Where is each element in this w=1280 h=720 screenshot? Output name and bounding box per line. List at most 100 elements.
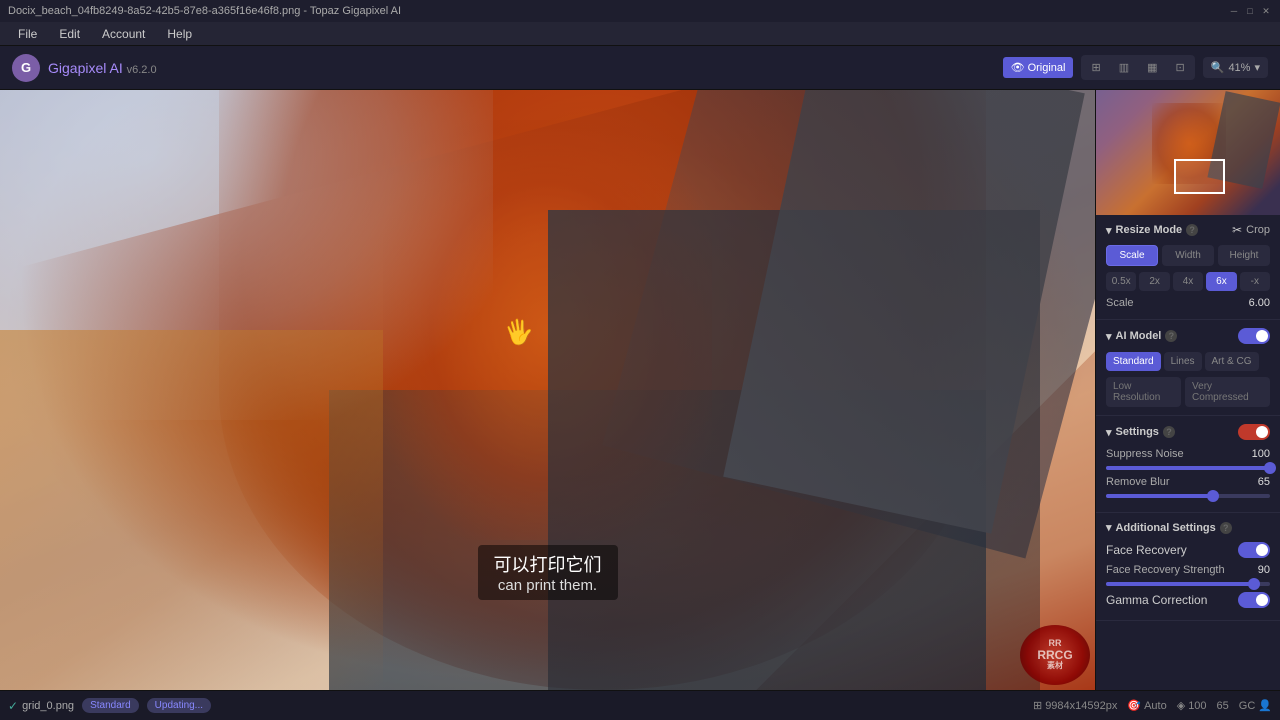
- suppress-noise-slider[interactable]: [1106, 466, 1270, 470]
- maximize-button[interactable]: □: [1244, 5, 1256, 17]
- face-recovery-strength-slider[interactable]: [1106, 582, 1270, 586]
- canvas-area[interactable]: 🖐 可以打印它们 can print them. RR RRCG 素材: [0, 90, 1095, 690]
- face-recovery-strength-thumb[interactable]: [1248, 578, 1260, 590]
- width-mode-button[interactable]: Width: [1162, 245, 1214, 266]
- collapse-arrow-icon: ▾: [1106, 426, 1112, 439]
- gc-icon: 👤: [1258, 699, 1272, 712]
- scale-2x-button[interactable]: 2x: [1139, 272, 1169, 291]
- zoom-control[interactable]: 🔍 41% ▾: [1203, 57, 1268, 78]
- check-icon: ✓: [8, 699, 18, 713]
- face-recovery-strength-track: [1106, 582, 1270, 586]
- main-layout: 🖐 可以打印它们 can print them. RR RRCG 素材: [0, 90, 1280, 690]
- settings-info[interactable]: ?: [1163, 426, 1175, 438]
- chevron-down-icon: ▾: [1254, 61, 1260, 74]
- zoom-icon: 🔍: [1211, 61, 1225, 74]
- ai-model-header[interactable]: ▾ AI Model ?: [1106, 328, 1270, 344]
- standard-model-button[interactable]: Standard: [1106, 352, 1161, 371]
- resize-mode-title: ▾ Resize Mode ?: [1106, 224, 1198, 237]
- split-view-button[interactable]: ▥: [1111, 57, 1137, 78]
- eye-icon: 👁: [1011, 61, 1025, 74]
- settings-section: ▾ Settings ? Suppress Noise 100 Remove B…: [1096, 416, 1280, 513]
- remove-blur-fill: [1106, 494, 1213, 498]
- menu-help[interactable]: Help: [157, 25, 202, 43]
- remove-blur-thumb[interactable]: [1207, 490, 1219, 502]
- scale-label: Scale: [1106, 297, 1134, 309]
- resize-mode-info[interactable]: ?: [1186, 224, 1198, 236]
- watermark: RR RRCG 素材: [1020, 625, 1090, 685]
- scale-0.5x-button[interactable]: 0.5x: [1106, 272, 1136, 291]
- scale-4x-button[interactable]: 4x: [1173, 272, 1203, 291]
- close-button[interactable]: ✕: [1260, 5, 1272, 17]
- menubar: File Edit Account Help: [0, 22, 1280, 46]
- remove-blur-label: Remove Blur: [1106, 476, 1170, 488]
- status-filename: grid_0.png: [22, 700, 74, 712]
- height-mode-button[interactable]: Height: [1218, 245, 1270, 266]
- cursor-hand: 🖐: [501, 316, 535, 350]
- scale-value: 6.00: [1249, 297, 1270, 309]
- ai-model-title: ▾ AI Model ?: [1106, 330, 1177, 343]
- lines-model-button[interactable]: Lines: [1164, 352, 1202, 371]
- ai-sub-buttons: Low Resolution Very Compressed: [1106, 377, 1270, 407]
- very-compressed-button[interactable]: Very Compressed: [1185, 377, 1270, 407]
- suppress-noise-row: Suppress Noise 100: [1106, 448, 1270, 460]
- status-dimensions: ⊞ 9984x14592px: [1033, 699, 1117, 712]
- face-recovery-label: Face Recovery: [1106, 543, 1187, 557]
- face-recovery-toggle[interactable]: [1238, 542, 1270, 558]
- resize-mode-header[interactable]: ▾ Resize Mode ? ✂ Crop: [1106, 223, 1270, 237]
- gamma-correction-toggle[interactable]: [1238, 592, 1270, 608]
- suppress-noise-label: Suppress Noise: [1106, 448, 1184, 460]
- suppress-noise-value: 100: [1252, 448, 1270, 460]
- remove-blur-track: [1106, 494, 1270, 498]
- remove-blur-slider[interactable]: [1106, 494, 1270, 498]
- crop-button[interactable]: ✂ Crop: [1232, 223, 1270, 237]
- subtitle-chinese: 可以打印它们: [494, 551, 602, 577]
- subtitle-english: can print them.: [494, 577, 602, 594]
- app-logo-icon: G: [12, 54, 40, 82]
- scale-mode-button[interactable]: Scale: [1106, 245, 1158, 266]
- status-blur: 65: [1217, 700, 1229, 712]
- face-recovery-strength-label: Face Recovery Strength: [1106, 564, 1225, 576]
- original-view-button[interactable]: 👁 Original: [1003, 57, 1074, 78]
- status-bar: ✓ grid_0.png Standard Updating... ⊞ 9984…: [0, 690, 1280, 720]
- menu-file[interactable]: File: [8, 25, 47, 43]
- app-title: Gigapixel AI v6.2.0: [48, 60, 157, 76]
- collapse-arrow-icon: ▾: [1106, 330, 1112, 343]
- settings-toggle[interactable]: [1238, 424, 1270, 440]
- settings-header[interactable]: ▾ Settings ?: [1106, 424, 1270, 440]
- crop-icon: ✂: [1232, 223, 1242, 237]
- scale-6x-button[interactable]: 6x: [1206, 272, 1236, 291]
- collapse-arrow-icon: ▾: [1106, 521, 1112, 534]
- face-recovery-row: Face Recovery: [1106, 542, 1270, 558]
- side-view-button[interactable]: ▦: [1139, 57, 1165, 78]
- face-recovery-strength-value: 90: [1258, 564, 1270, 576]
- additional-settings-info[interactable]: ?: [1220, 522, 1232, 534]
- grid-view-button[interactable]: ⊞: [1083, 57, 1108, 78]
- compare-view-button[interactable]: ⊡: [1168, 57, 1193, 78]
- titlebar-title: Docix_beach_04fb8249-8a52-42b5-87e8-a365…: [8, 5, 401, 17]
- additional-settings-title: ▾ Additional Settings ?: [1106, 521, 1232, 534]
- menu-edit[interactable]: Edit: [49, 25, 90, 43]
- ai-model-info[interactable]: ?: [1165, 330, 1177, 342]
- status-left: ✓ grid_0.png Standard Updating...: [8, 698, 211, 713]
- thumbnail-viewport-box[interactable]: [1174, 159, 1226, 194]
- low-resolution-button[interactable]: Low Resolution: [1106, 377, 1181, 407]
- additional-settings-header[interactable]: ▾ Additional Settings ?: [1106, 521, 1270, 534]
- art-cg-model-button[interactable]: Art & CG: [1205, 352, 1259, 371]
- app-header: G Gigapixel AI v6.2.0 👁 Original ⊞ ▥ ▦ ⊡…: [0, 46, 1280, 90]
- ai-model-buttons: Standard Lines Art & CG: [1106, 352, 1270, 371]
- minimize-button[interactable]: ─: [1228, 5, 1240, 17]
- grid-icon: ⊞: [1033, 699, 1042, 712]
- menu-account[interactable]: Account: [92, 25, 155, 43]
- status-updating: Updating...: [147, 698, 211, 713]
- ai-model-section: ▾ AI Model ? Standard Lines Art & CG Low…: [1096, 320, 1280, 416]
- titlebar: Docix_beach_04fb8249-8a52-42b5-87e8-a365…: [0, 0, 1280, 22]
- right-panel: ▾ Resize Mode ? ✂ Crop Scale Width Heigh…: [1095, 90, 1280, 690]
- ai-model-toggle[interactable]: [1238, 328, 1270, 344]
- remove-blur-row: Remove Blur 65: [1106, 476, 1270, 488]
- scale-custom-button[interactable]: -x: [1240, 272, 1270, 291]
- status-right: ⊞ 9984x14592px 🎯 Auto ◈ 100 65 GC 👤: [1033, 699, 1272, 712]
- subtitle-overlay: 可以打印它们 can print them.: [478, 545, 618, 600]
- collapse-arrow-icon: ▾: [1106, 224, 1112, 237]
- status-file: ✓ grid_0.png: [8, 699, 74, 713]
- suppress-noise-thumb[interactable]: [1264, 462, 1276, 474]
